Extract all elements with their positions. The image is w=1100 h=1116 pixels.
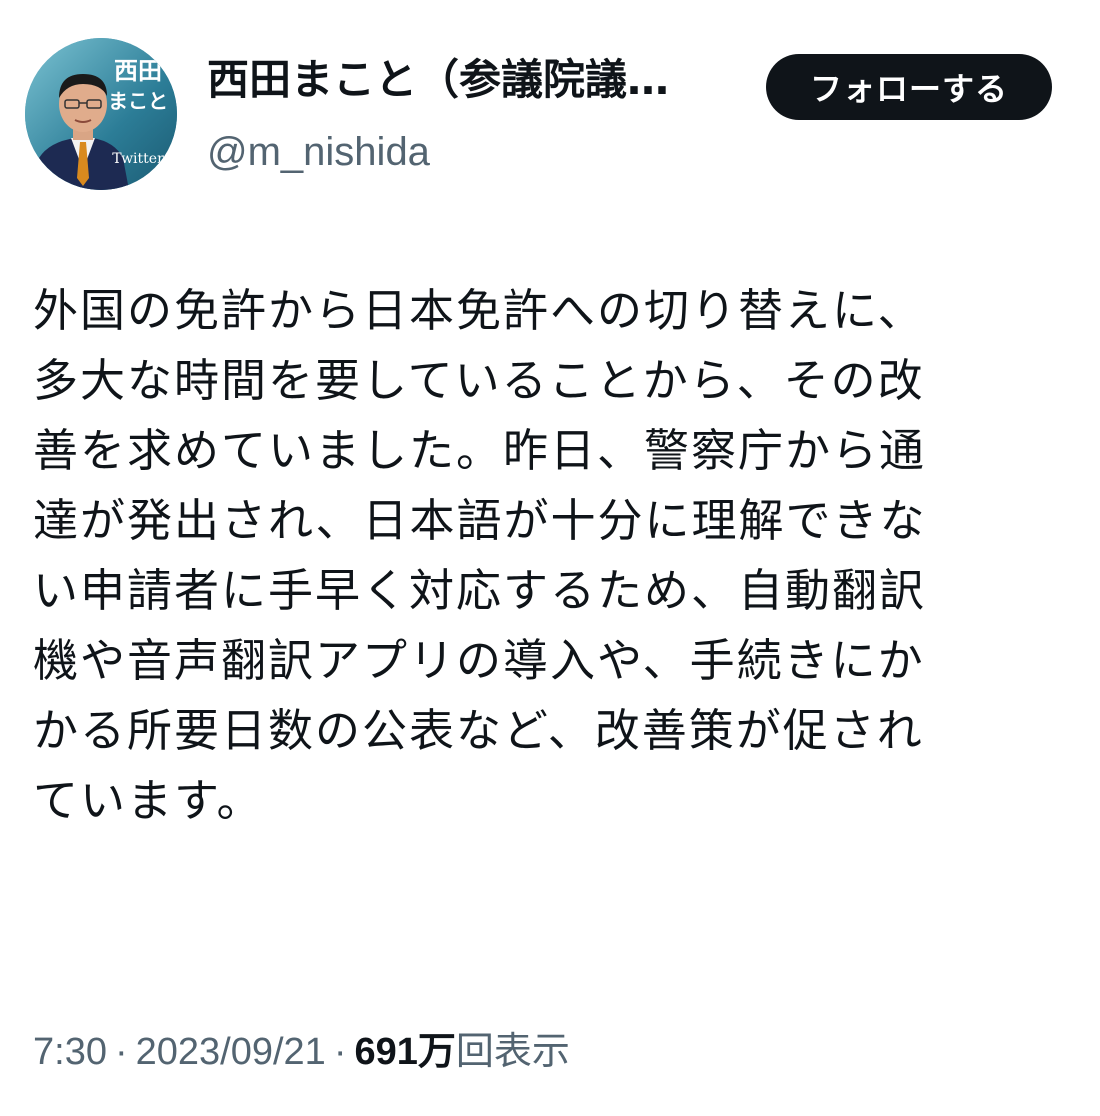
meta-separator: · xyxy=(333,1031,347,1073)
tweet-line: 外国の免許から日本免許への切り替えに、 xyxy=(33,284,925,337)
meta-separator: · xyxy=(114,1031,128,1073)
author-handle[interactable]: @m_nishida xyxy=(207,126,430,178)
views-label: 回表示 xyxy=(455,1031,570,1073)
tweet-line: 達が発出され、日本語が十分に理解できな xyxy=(33,494,927,547)
tweet-header: 西田 まこと Twitter 西田まこと（参議院議… @m_nishida フォ… xyxy=(25,38,1075,198)
tweet-line: 機や音声翻訳アプリの導入や、手続きにか xyxy=(33,634,925,687)
tweet-time[interactable]: 7:30 xyxy=(33,1031,107,1073)
follow-button[interactable]: フォローする xyxy=(766,54,1052,120)
tweet-line: 善を求めていました。昨日、警察庁から通 xyxy=(33,424,927,477)
tweet-date[interactable]: 2023/09/21 xyxy=(136,1031,326,1073)
tweet-meta: 7:30 · 2023/09/21 · 691万回表示 xyxy=(33,1024,570,1080)
author-display-name[interactable]: 西田まこと（参議院議… xyxy=(207,52,669,108)
tweet-line: ています。 xyxy=(33,774,264,827)
views-count[interactable]: 691万 xyxy=(354,1031,455,1073)
avatar-label-line1: 西田 xyxy=(114,56,162,85)
tweet-line: かる所要日数の公表など、改善策が促され xyxy=(33,704,924,757)
tweet-body: 外国の免許から日本免許への切り替えに、 多大な時間を要していることから、その改 … xyxy=(33,276,1083,836)
avatar-label-line3: Twitter xyxy=(112,151,164,167)
tweet-line: 多大な時間を要していることから、その改 xyxy=(33,354,925,407)
avatar-label-line2: まこと xyxy=(108,89,168,113)
tweet-line: い申請者に手早く対応するため、自動翻訳 xyxy=(33,564,927,617)
avatar[interactable]: 西田 まこと Twitter xyxy=(25,38,177,190)
